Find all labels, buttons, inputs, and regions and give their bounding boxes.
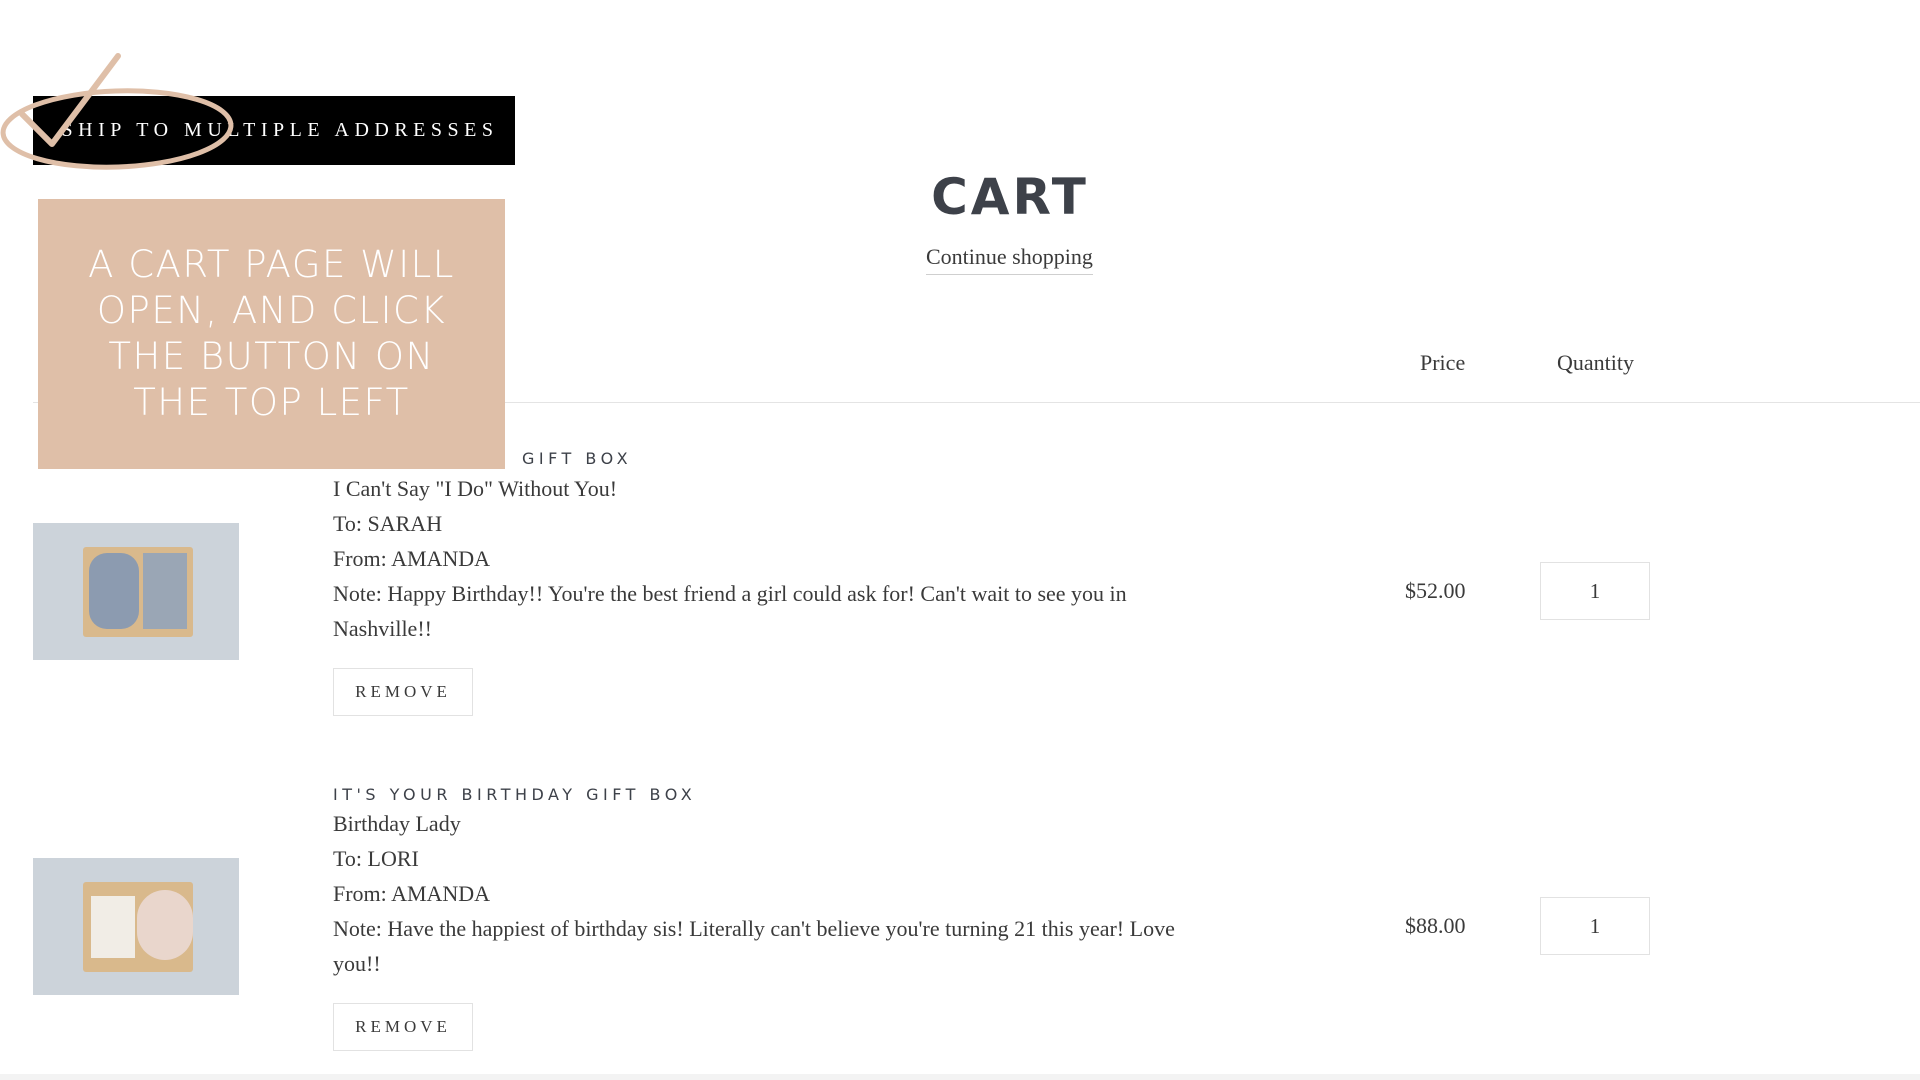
item-price: $52.00 (1405, 578, 1466, 603)
item-property: To: SARAH (333, 511, 443, 536)
instruction-callout: A CART PAGE WILL OPEN, AND CLICK THE BUT… (38, 199, 505, 469)
remove-button[interactable]: REMOVE (333, 1003, 473, 1051)
quantity-input[interactable] (1540, 897, 1650, 955)
item-property: Birthday Lady (333, 811, 461, 836)
product-thumbnail[interactable] (33, 523, 239, 660)
item-property: From: AMANDA (333, 546, 491, 571)
page-bottom-strip (0, 1074, 1920, 1080)
callout-text: A CART PAGE WILL OPEN, AND CLICK THE BUT… (88, 243, 455, 424)
product-title[interactable]: GIFT BOX (522, 449, 632, 468)
item-note: Note: Have the happiest of birthday sis!… (333, 916, 1175, 976)
remove-button[interactable]: REMOVE (333, 668, 473, 716)
item-property: To: LORI (333, 846, 419, 871)
item-property: I Can't Say "I Do" Without You! (333, 476, 618, 501)
product-title[interactable]: IT'S YOUR BIRTHDAY GIFT BOX (333, 785, 696, 804)
continue-shopping-link[interactable]: Continue shopping (926, 244, 1093, 275)
item-property: From: AMANDA (333, 881, 491, 906)
quantity-input[interactable] (1540, 562, 1650, 620)
quantity-column-header: Quantity (1557, 350, 1634, 375)
product-thumbnail[interactable] (33, 858, 239, 995)
item-price: $88.00 (1405, 913, 1466, 938)
item-note: Note: Happy Birthday!! You're the best f… (333, 581, 1127, 641)
price-column-header: Price (1420, 350, 1466, 375)
ship-to-multiple-addresses-button[interactable]: SHIP TO MULTIPLE ADDRESSES (33, 96, 515, 165)
